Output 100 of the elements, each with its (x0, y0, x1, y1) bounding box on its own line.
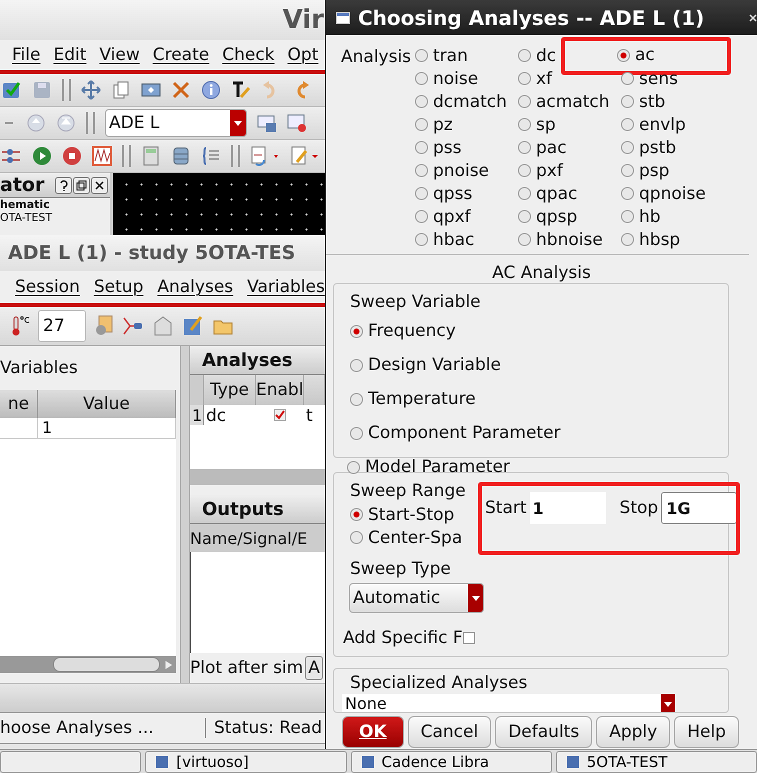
run-icon[interactable] (32, 146, 52, 166)
specialized-dropdown[interactable]: None (342, 694, 675, 712)
sweep-type-dropdown[interactable]: Automatic (349, 583, 484, 613)
waveform-icon[interactable] (92, 146, 112, 166)
radio-button[interactable] (518, 118, 531, 132)
radio-button[interactable] (350, 508, 363, 521)
code-list-icon[interactable] (201, 146, 221, 166)
radio-button[interactable] (518, 72, 531, 86)
radio-button[interactable] (415, 164, 428, 178)
option-label[interactable]: qpac (536, 184, 578, 204)
menu-item[interactable]: Setup (94, 277, 144, 297)
navigator-item[interactable]: OTA-TEST (0, 211, 110, 224)
radio-button[interactable] (621, 233, 634, 246)
option-label[interactable]: ac (635, 45, 655, 65)
menu-item[interactable]: Create (152, 45, 210, 65)
copy-icon[interactable] (111, 80, 131, 100)
option-label[interactable]: psp (639, 160, 670, 181)
radio-button[interactable] (518, 210, 531, 224)
radio-button[interactable] (621, 72, 634, 86)
column-header[interactable]: Value (38, 390, 176, 418)
radio-button[interactable] (621, 95, 634, 108)
menu-item[interactable]: Session (15, 277, 80, 297)
option-label[interactable]: Start-Stop (368, 504, 454, 524)
column-header[interactable]: Name/Signal/E (190, 524, 325, 552)
radio-button[interactable] (518, 187, 531, 200)
radio-button[interactable] (350, 531, 363, 544)
dropdown-arrow-icon[interactable] (234, 120, 242, 126)
add-specific-checkbox[interactable] (462, 632, 475, 644)
probe-icon[interactable] (122, 315, 144, 337)
scrollbar[interactable] (0, 656, 176, 673)
option-label[interactable]: qpss (433, 184, 472, 204)
database-icon[interactable] (171, 146, 191, 166)
radio-button[interactable] (621, 210, 634, 224)
plot-dropdown[interactable]: A (305, 656, 323, 680)
view-dropdown[interactable]: ADE L (105, 109, 247, 137)
radio-button[interactable] (518, 233, 531, 246)
window-icon[interactable] (336, 12, 350, 24)
option-label[interactable]: dcmatch (433, 92, 507, 112)
option-label[interactable]: hbac (433, 230, 474, 250)
option-label[interactable]: pstb (639, 138, 676, 158)
window-save-icon[interactable] (257, 113, 277, 133)
taskbar-item[interactable]: Cadence Libra (350, 751, 552, 773)
option-label[interactable]: Center-Spa (368, 528, 462, 548)
radio-button[interactable] (415, 233, 428, 246)
radio-button[interactable] (518, 49, 531, 62)
option-label[interactable]: qpnoise (639, 184, 706, 204)
toolbar-grip[interactable] (122, 145, 131, 167)
radio-button[interactable] (415, 210, 428, 224)
option-label[interactable]: Model Parameter (365, 457, 510, 477)
delete-icon[interactable] (171, 80, 191, 100)
option-label[interactable]: qpxf (433, 206, 471, 227)
option-label[interactable]: pz (433, 114, 453, 135)
radio-button[interactable] (350, 324, 363, 338)
column-header[interactable]: Type (204, 375, 256, 405)
menu-item[interactable]: Edit (53, 45, 86, 65)
option-label[interactable]: hbnoise (536, 230, 603, 250)
dialog-button[interactable]: Apply (596, 716, 670, 748)
radio-button[interactable] (518, 164, 531, 178)
option-label[interactable]: qpsp (536, 206, 578, 227)
column-header[interactable]: Enabl (256, 375, 304, 405)
option-label[interactable]: pnoise (433, 160, 490, 181)
option-label[interactable]: stb (639, 92, 666, 112)
close-icon[interactable] (91, 176, 108, 194)
edit-doc-icon[interactable] (290, 146, 320, 166)
option-label[interactable]: sens (639, 68, 678, 89)
radio-button[interactable] (350, 358, 363, 372)
window-remove-icon[interactable] (287, 113, 307, 133)
option-label[interactable]: pxf (536, 160, 563, 181)
option-label[interactable]: Component Parameter (368, 423, 561, 443)
option-label[interactable]: hbsp (639, 230, 680, 250)
start-field[interactable]: 1 (530, 492, 606, 524)
toolbar-grip[interactable] (86, 112, 95, 134)
toolbar-grip[interactable] (62, 79, 71, 101)
option-label[interactable]: envlp (639, 114, 686, 135)
ok-button[interactable]: OK (342, 716, 404, 748)
radio-button[interactable] (621, 187, 634, 200)
option-label[interactable]: noise (433, 68, 478, 89)
menu-item[interactable]: Analyses (157, 277, 234, 297)
dialog-button[interactable]: Defaults (495, 716, 592, 748)
option-label[interactable]: Temperature (368, 389, 476, 409)
taskbar-item[interactable]: 5OTA-TEST (556, 751, 757, 773)
option-label[interactable]: pac (536, 138, 567, 158)
check-save-icon[interactable] (2, 80, 22, 100)
dropdown-arrow-icon[interactable] (472, 596, 480, 600)
menu-item[interactable]: Check (222, 45, 275, 65)
calculator-icon[interactable] (141, 146, 161, 166)
option-label[interactable]: pss (433, 138, 462, 158)
radio-button[interactable] (415, 187, 428, 200)
radio-button[interactable] (415, 118, 428, 132)
top-icon[interactable] (56, 113, 76, 133)
radio-button[interactable] (347, 460, 360, 474)
radio-button[interactable] (350, 392, 363, 406)
column-header[interactable]: ne (0, 390, 38, 418)
option-label[interactable]: Frequency (368, 321, 456, 341)
radio-button[interactable] (350, 426, 363, 440)
radio-button[interactable] (415, 141, 428, 154)
radio-button[interactable] (621, 141, 634, 154)
info-icon[interactable] (201, 80, 221, 100)
save-icon[interactable] (32, 80, 52, 100)
radio-button[interactable] (518, 141, 531, 154)
